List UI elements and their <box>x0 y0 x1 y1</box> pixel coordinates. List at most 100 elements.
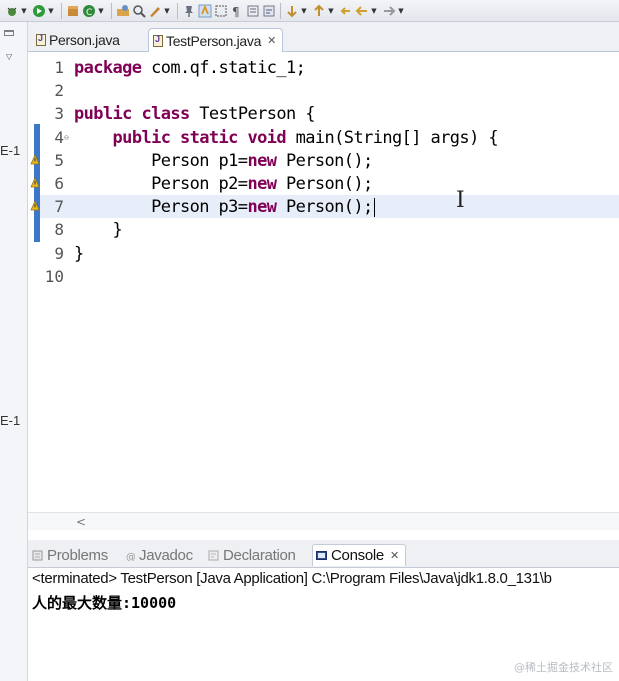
tab-declaration[interactable]: Declaration <box>208 544 296 566</box>
line-number: 4 <box>54 127 64 147</box>
debug-icon[interactable] <box>5 4 19 18</box>
code-line[interactable]: 3 public class TestPerson { <box>40 102 619 125</box>
svg-text:¶: ¶ <box>232 5 240 18</box>
run-dropdown-icon[interactable]: ▼ <box>47 4 55 18</box>
code-line[interactable]: 9} <box>40 242 619 265</box>
left-pane-label: E-1 <box>0 413 21 428</box>
code-token: com.qf.static_1; <box>141 58 306 78</box>
forward-dropdown-icon[interactable]: ▼ <box>397 4 405 18</box>
code-text: } <box>74 243 84 266</box>
text-caret <box>373 197 375 217</box>
declaration-icon <box>208 550 219 560</box>
problems-icon <box>32 550 43 560</box>
watermark: @稀土掘金技术社区 <box>514 661 613 674</box>
previous-annotation-dropdown-icon[interactable]: ▼ <box>327 4 335 18</box>
minimize-icon[interactable] <box>4 30 14 36</box>
task-list-icon[interactable] <box>262 4 276 18</box>
debug-dropdown-icon[interactable]: ▼ <box>20 4 28 18</box>
search-icon[interactable] <box>132 4 146 18</box>
tab-label: Problems <box>47 546 108 564</box>
tab-javadoc[interactable]: @ Javadoc <box>124 544 193 566</box>
code-token: Person(); <box>276 150 373 171</box>
package-icon[interactable] <box>66 4 80 18</box>
new-class-icon[interactable]: C <box>82 4 96 18</box>
code-text: Person p2=new Person(); <box>74 173 373 196</box>
warning-marker-icon[interactable] <box>30 153 40 166</box>
next-annotation-dropdown-icon[interactable]: ▼ <box>300 4 308 18</box>
keyword-token: static <box>180 127 238 148</box>
package-explorer-pane: ▽ E-1 E-1 <box>0 22 28 681</box>
view-menu-icon[interactable]: ▽ <box>6 52 12 61</box>
console-view[interactable]: <terminated> TestPerson [Java Applicatio… <box>28 568 619 681</box>
java-file-icon <box>153 34 163 47</box>
tab-person-java[interactable]: Person.java <box>32 28 126 52</box>
show-whitespace-icon[interactable]: ¶ <box>230 4 244 18</box>
toolbar-separator <box>61 2 62 19</box>
code-line[interactable]: 7 Person p3=new Person(); <box>40 195 619 219</box>
brush-dropdown-icon[interactable]: ▼ <box>163 4 171 18</box>
open-task-icon[interactable] <box>246 4 260 18</box>
tab-label: Console <box>331 547 384 564</box>
run-icon[interactable] <box>32 4 46 18</box>
scroll-left-icon[interactable]: < <box>76 515 86 529</box>
code-line[interactable]: 6 Person p2=new Person(); <box>40 172 619 195</box>
forward-icon[interactable] <box>382 4 396 18</box>
code-text: } <box>74 219 123 242</box>
code-line[interactable]: 10 <box>40 265 619 288</box>
keyword-token: public <box>112 127 171 148</box>
code-token: Person(); <box>276 174 373 194</box>
next-annotation-icon[interactable] <box>285 4 299 18</box>
code-token: main(String[] args) { <box>286 127 499 148</box>
keyword-token: void <box>247 127 286 148</box>
new-class-dropdown-icon[interactable]: ▼ <box>97 4 105 18</box>
code-token: Person p3= <box>74 197 248 218</box>
brush-icon[interactable] <box>148 4 162 18</box>
line-number: 2 <box>54 81 64 101</box>
code-token: Person(); <box>276 197 373 218</box>
back-icon[interactable] <box>355 4 369 18</box>
warning-marker-icon[interactable] <box>30 200 40 212</box>
line-number: 10 <box>44 266 64 286</box>
line-number: 3 <box>54 104 64 124</box>
tab-label: Javadoc <box>139 546 193 564</box>
last-edit-location-icon[interactable] <box>339 4 353 18</box>
line-number: 9 <box>54 243 64 263</box>
left-pane-label: E-1 <box>0 143 21 158</box>
tab-label: Person.java <box>49 32 120 48</box>
previous-annotation-icon[interactable] <box>312 4 326 18</box>
open-type-icon[interactable] <box>116 4 130 18</box>
horizontal-scrollbar[interactable]: < <box>28 512 619 530</box>
warning-marker-icon[interactable] <box>30 177 40 189</box>
close-tab-icon[interactable]: ✕ <box>267 34 276 47</box>
fold-toggle-icon[interactable]: ⊖ <box>64 126 74 149</box>
pin-icon[interactable] <box>182 4 196 18</box>
tab-problems[interactable]: Problems <box>32 544 108 566</box>
svg-text:C: C <box>86 8 92 18</box>
code-token: } <box>74 243 84 264</box>
code-line[interactable]: 4⊖ public static void main(String[] args… <box>40 126 619 149</box>
tab-console[interactable]: Console ✕ <box>312 544 406 566</box>
tab-testperson-java[interactable]: TestPerson.java ✕ <box>148 28 284 52</box>
code-line[interactable]: 2 <box>40 79 619 102</box>
keyword-token: new <box>247 150 277 171</box>
back-dropdown-icon[interactable]: ▼ <box>370 4 378 18</box>
java-file-icon <box>36 33 46 46</box>
code-line[interactable]: 8 } <box>40 218 619 241</box>
editor-tab-bar: Person.java TestPerson.java ✕ <box>28 22 619 52</box>
block-selection-icon[interactable] <box>214 4 228 18</box>
line-number: 8 <box>54 220 64 240</box>
code-text: package com.qf.static_1; <box>74 57 306 80</box>
close-tab-icon[interactable]: ✕ <box>390 549 399 562</box>
code-editor[interactable]: 1 package com.qf.static_1; 2 3 public class … <box>28 52 619 512</box>
code-line[interactable]: 1 package com.qf.static_1; <box>40 56 619 79</box>
mark-occurrences-icon[interactable] <box>198 3 212 18</box>
code-token: Person p2= <box>74 174 248 194</box>
code-token: Person p1= <box>74 150 248 171</box>
keyword-token: public <box>74 104 132 125</box>
code-line[interactable]: 5 Person p1=new Person(); <box>40 149 619 172</box>
main-toolbar: ▼ ▼ C ▼ ▼ ¶ ▼ ▼ ▼ ▼ <box>0 0 619 22</box>
toolbar-separator <box>111 2 112 19</box>
overview-ruler <box>28 52 40 512</box>
